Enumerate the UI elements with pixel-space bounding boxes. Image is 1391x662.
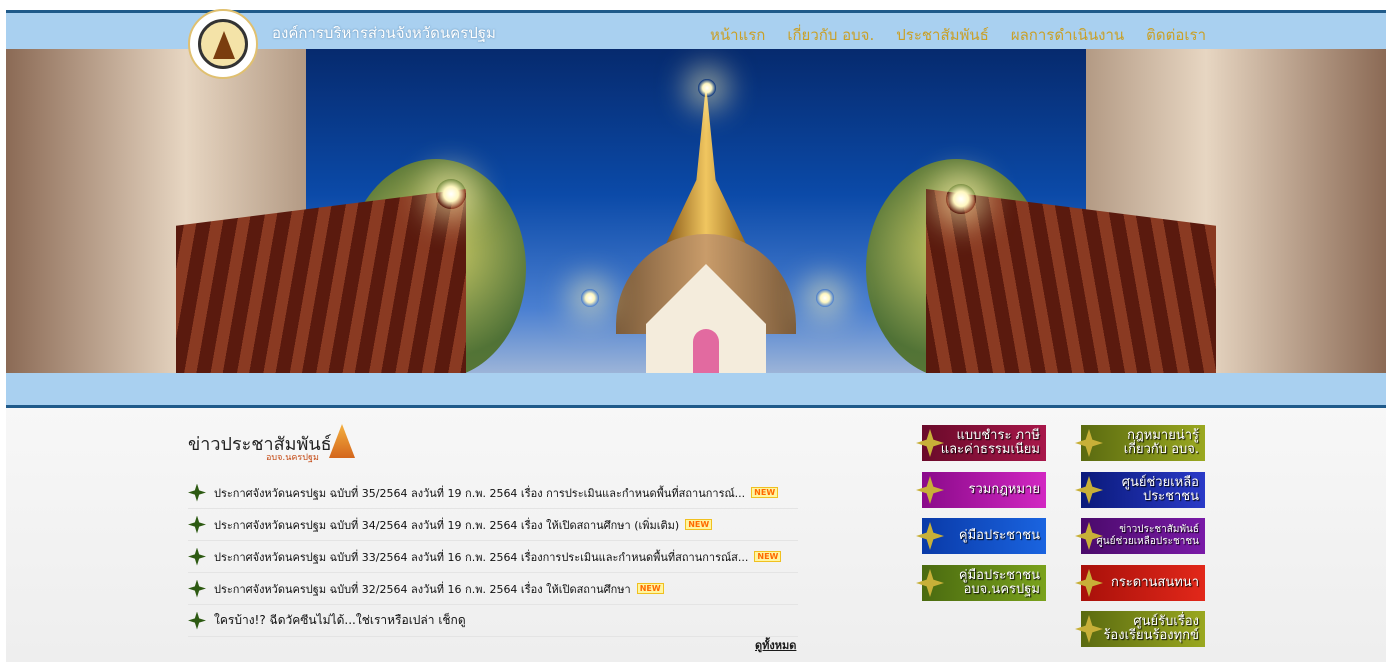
light-star-icon <box>436 179 466 209</box>
bullet-icon <box>188 515 206 534</box>
new-badge: NEW <box>636 583 664 594</box>
tax-payment-button[interactable]: แบบชำระ ภาษี และค่าธรรมเนียม <box>916 425 1046 461</box>
citizen-manual-button[interactable]: คู่มือประชาชน <box>916 518 1046 554</box>
light-star-icon <box>946 184 976 214</box>
list-item[interactable]: ประกาศจังหวัดนครปฐม ฉบับที่ 32/2564 ลงวั… <box>188 573 798 605</box>
news-section-subtitle: อบจ.นครปฐม <box>266 453 319 463</box>
new-badge: NEW <box>685 519 713 530</box>
law-knowledge-button[interactable]: กฎหมายน่ารู้ เกี่ยวกับ อบจ. <box>1075 425 1205 461</box>
see-all-link[interactable]: ดูทั้งหมด <box>755 636 796 654</box>
news-link[interactable]: ใครบ้าง!? ฉีดวัคซีนไม่ได้...ใช่เราหรือเป… <box>214 611 466 630</box>
list-item[interactable]: ประกาศจังหวัดนครปฐม ฉบับที่ 35/2564 ลงวั… <box>188 477 798 509</box>
light-star-icon <box>698 79 716 97</box>
light-star-icon <box>581 289 599 307</box>
light-star-icon <box>816 289 834 307</box>
news-link[interactable]: ประกาศจังหวัดนครปฐม ฉบับที่ 35/2564 ลงวั… <box>214 484 745 502</box>
menu-results[interactable]: ผลการดำเนินงาน <box>1011 23 1124 47</box>
help-center-button[interactable]: ศูนย์ช่วยเหลือ ประชาชน <box>1075 472 1205 508</box>
stupa-spire <box>666 84 746 244</box>
news-link[interactable]: ประกาศจังหวัดนครปฐม ฉบับที่ 32/2564 ลงวั… <box>214 580 631 598</box>
menu-home[interactable]: หน้าแรก <box>710 23 765 47</box>
site-logo[interactable] <box>188 9 258 79</box>
bullet-icon <box>188 483 206 502</box>
menu-about[interactable]: เกี่ยวกับ อบจ. <box>787 23 874 47</box>
webboard-button[interactable]: กระดานสนทนา <box>1075 565 1205 601</box>
news-link[interactable]: ประกาศจังหวัดนครปฐม ฉบับที่ 33/2564 ลงวั… <box>214 548 748 566</box>
new-badge: NEW <box>751 487 779 498</box>
list-item[interactable]: ใครบ้าง!? ฉีดวัคซีนไม่ได้...ใช่เราหรือเป… <box>188 605 798 637</box>
pao-citizen-manual-button[interactable]: คู่มือประชาชน อบจ.นครปฐม <box>916 565 1046 601</box>
news-list: ประกาศจังหวัดนครปฐม ฉบับที่ 35/2564 ลงวั… <box>188 477 798 637</box>
hero-banner-image <box>6 49 1386 373</box>
site-title: องค์การบริหารส่วนจังหวัดนครปฐม <box>272 24 496 42</box>
list-item[interactable]: ประกาศจังหวัดนครปฐม ฉบับที่ 33/2564 ลงวั… <box>188 541 798 573</box>
menu-pr[interactable]: ประชาสัมพันธ์ <box>896 23 989 47</box>
temple-door <box>693 329 719 373</box>
bullet-icon <box>188 579 206 598</box>
new-badge: NEW <box>754 551 782 562</box>
help-center-news-button[interactable]: ข่าวประชาสัมพันธ์ ศูนย์ช่วยเหลือประชาชน <box>1075 518 1205 554</box>
complaint-center-button[interactable]: ศูนย์รับเรื่อง ร้องเรียนร้องทุกข์ <box>1075 611 1205 647</box>
banner-bottom-bar <box>6 373 1386 405</box>
menu-contact[interactable]: ติดต่อเรา <box>1146 23 1206 47</box>
main-menu: หน้าแรก เกี่ยวกับ อบจ. ประชาสัมพันธ์ ผลก… <box>710 23 1206 47</box>
bullet-icon <box>188 611 206 630</box>
news-link[interactable]: ประกาศจังหวัดนครปฐม ฉบับที่ 34/2564 ลงวั… <box>214 516 679 534</box>
law-collection-button[interactable]: รวมกฎหมาย <box>916 472 1046 508</box>
bullet-icon <box>188 547 206 566</box>
list-item[interactable]: ประกาศจังหวัดนครปฐม ฉบับที่ 34/2564 ลงวั… <box>188 509 798 541</box>
